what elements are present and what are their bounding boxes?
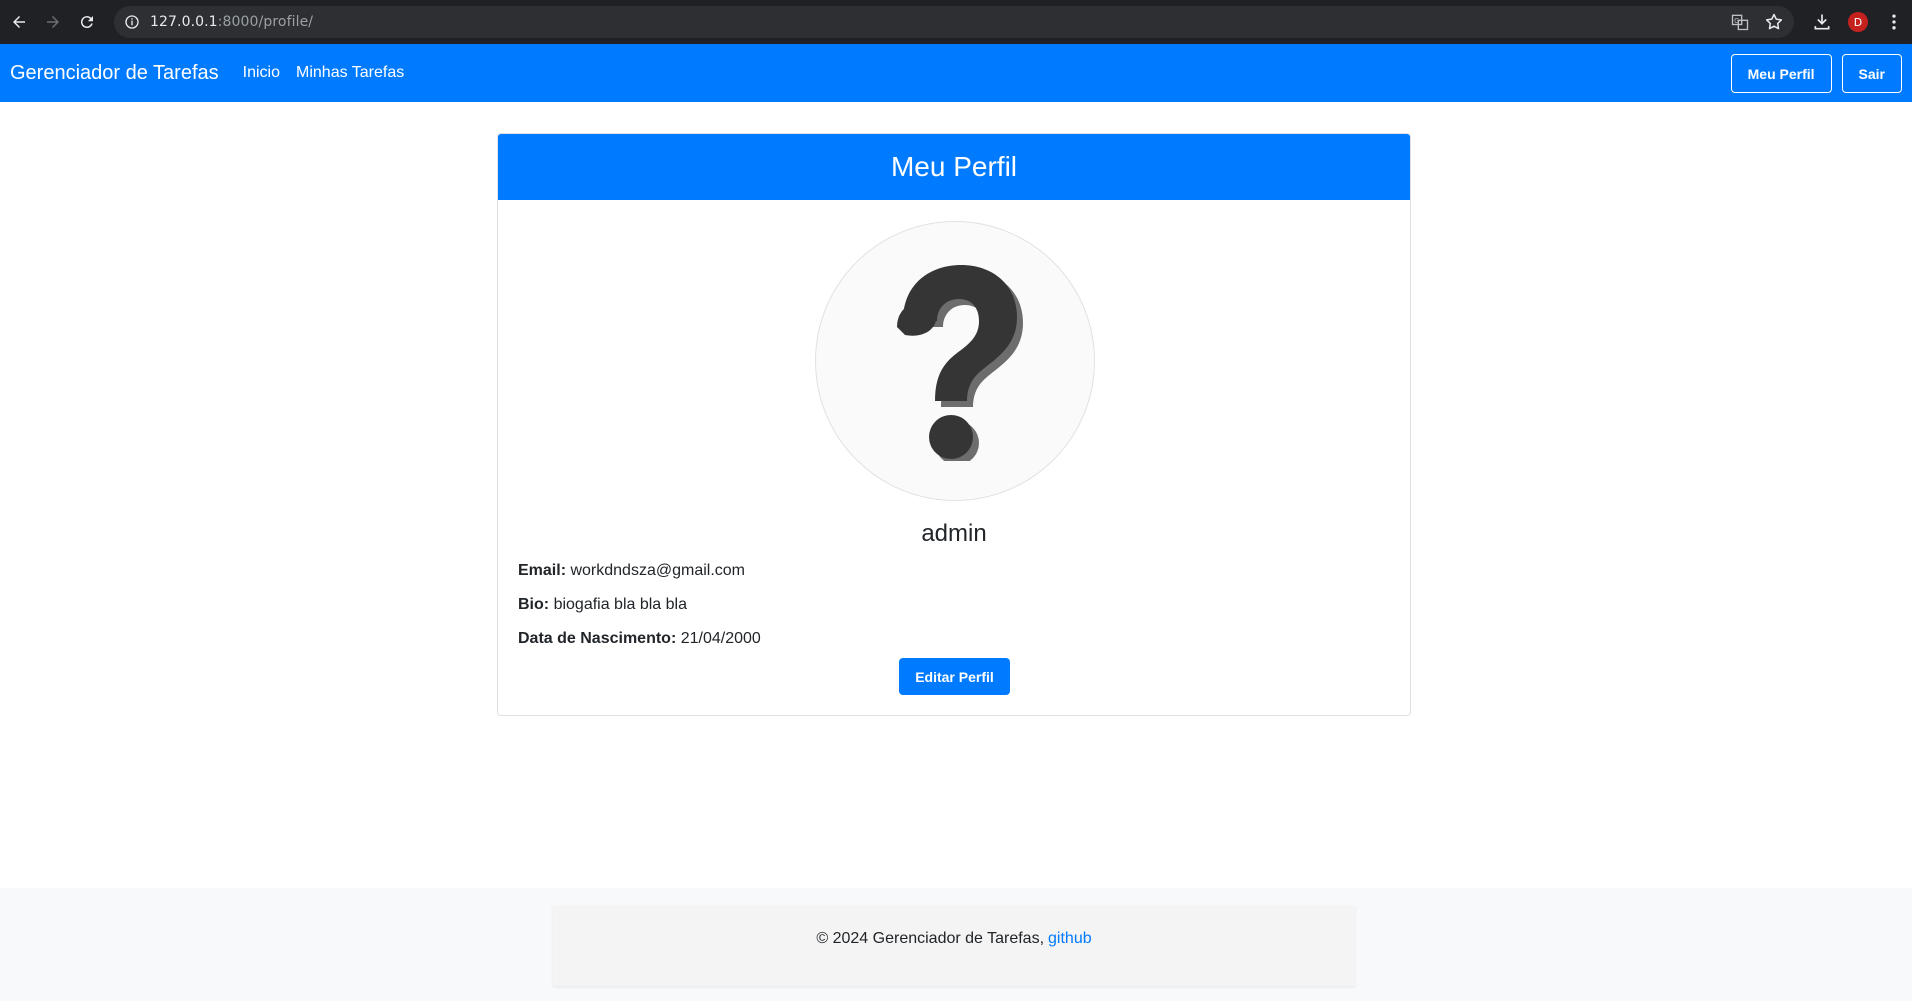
back-button[interactable] [4, 7, 34, 37]
birth-date-row: Data de Nascimento: 21/04/2000 [518, 630, 761, 648]
nav-link-inicio[interactable]: Inicio [243, 64, 280, 82]
site-info-icon[interactable] [124, 14, 140, 30]
question-mark-icon [897, 265, 1023, 461]
bookmark-star-icon[interactable] [1764, 12, 1784, 32]
birth-date-value: 21/04/2000 [680, 630, 761, 647]
bio-row: Bio: biogafia bla bla bla [518, 596, 687, 614]
profile-username: admin [921, 520, 987, 547]
github-link[interactable]: github [1048, 930, 1092, 986]
profile-avatar[interactable]: D [1848, 12, 1868, 32]
bio-label: Bio: [518, 596, 550, 613]
logout-button[interactable]: Sair [1841, 54, 1902, 93]
svg-text:G: G [1734, 17, 1739, 25]
address-bar[interactable]: 127.0.0.1:8000/profile/ G [114, 6, 1794, 38]
app-navbar: Gerenciador de Tarefas Inicio Minhas Tar… [0, 44, 1912, 102]
my-profile-button[interactable]: Meu Perfil [1730, 54, 1832, 93]
email-label: Email: [518, 562, 567, 579]
card-title: Meu Perfil [498, 134, 1410, 200]
footer-copyright: © 2024 Gerenciador de Tarefas, [816, 930, 1045, 947]
url-text: 127.0.0.1:8000/profile/ [150, 14, 314, 30]
translate-icon[interactable]: G [1730, 12, 1750, 32]
browser-toolbar: 127.0.0.1:8000/profile/ G D [0, 0, 1912, 44]
email-row: Email: workdndsza@gmail.com [518, 562, 745, 580]
more-menu-icon[interactable] [1884, 12, 1904, 32]
arrow-right-icon [47, 16, 59, 28]
profile-picture [815, 221, 1095, 501]
forward-button[interactable] [38, 7, 68, 37]
reload-icon [80, 16, 93, 29]
birth-date-label: Data de Nascimento: [518, 630, 677, 647]
bio-value: biogafia bla bla bla [553, 596, 687, 613]
download-icon[interactable] [1812, 12, 1832, 32]
brand-link[interactable]: Gerenciador de Tarefas [10, 62, 219, 85]
reload-button[interactable] [72, 7, 102, 37]
profile-card: Meu Perfil admin Email: workdndsza@gmail… [497, 133, 1411, 716]
nav-link-minhas-tarefas[interactable]: Minhas Tarefas [296, 64, 404, 82]
footer-content: © 2024 Gerenciador de Tarefas, github [553, 906, 1355, 986]
email-value: workdndsza@gmail.com [570, 562, 745, 579]
arrow-left-icon [13, 16, 25, 28]
edit-profile-button[interactable]: Editar Perfil [899, 658, 1010, 695]
